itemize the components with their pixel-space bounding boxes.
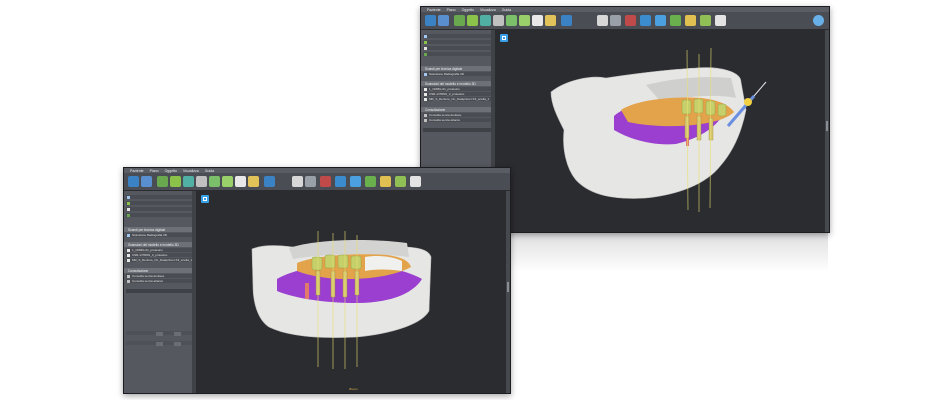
menu-item-paziente[interactable]: Paziente <box>427 8 441 12</box>
view-icon[interactable] <box>209 176 220 187</box>
panel-row[interactable]: Consulta senza attacco <box>423 118 493 122</box>
mandible-3d-model[interactable] <box>197 191 507 393</box>
screenshot-icon[interactable] <box>235 176 246 187</box>
grid-icon[interactable] <box>305 176 316 187</box>
select-icon[interactable] <box>655 15 666 26</box>
implant-icon[interactable] <box>467 15 478 26</box>
panel-row[interactable]: Scansione Radiografia 3D <box>423 72 493 76</box>
open-icon[interactable] <box>141 176 152 187</box>
panel-row[interactable]: CSR-17/0801_3_protesico <box>126 253 194 257</box>
menu-item-visualizza[interactable]: Visualizza <box>183 169 199 173</box>
open-icon[interactable] <box>438 15 449 26</box>
menu-item-oggetto[interactable]: Oggetto <box>165 169 177 173</box>
view-mode-icon[interactable] <box>264 176 275 187</box>
panel-row[interactable]: 1_CRMG-01_protesico <box>126 248 194 252</box>
tooth-icon[interactable] <box>454 15 465 26</box>
ruler-icon[interactable] <box>196 176 207 187</box>
menu-item-piano[interactable]: Piano <box>447 8 456 12</box>
panel-footer-bar <box>423 128 493 132</box>
view-mode-icon[interactable] <box>561 15 572 26</box>
guide-icon[interactable] <box>480 15 491 26</box>
help-icon[interactable] <box>813 15 824 26</box>
toolbar <box>421 12 829 30</box>
settings-icon[interactable] <box>248 176 259 187</box>
cut-icon[interactable] <box>320 176 331 187</box>
tool-row[interactable] <box>423 52 493 56</box>
property-row[interactable] <box>126 341 194 346</box>
grid-icon[interactable] <box>610 15 621 26</box>
view-icon[interactable] <box>506 15 517 26</box>
new-icon[interactable] <box>425 15 436 26</box>
arrow-icon[interactable] <box>670 15 681 26</box>
3d-viewport[interactable] <box>496 30 829 232</box>
arrow-icon[interactable] <box>365 176 376 187</box>
tool-row[interactable] <box>126 201 194 205</box>
implant-icon[interactable] <box>170 176 181 187</box>
panel-header-scans[interactable]: Scandi per tecnica digitale <box>421 66 495 71</box>
implant-tool-icon[interactable] <box>380 176 391 187</box>
export-icon[interactable] <box>700 15 711 26</box>
implant-tool-icon[interactable] <box>685 15 696 26</box>
tool-row[interactable] <box>423 46 493 50</box>
select-icon[interactable] <box>350 176 361 187</box>
measure-icon[interactable] <box>640 15 651 26</box>
panel-row[interactable]: MR_S_Denture_On_Dataprimer K3_scelta_1 <box>423 97 493 101</box>
menu-item-oggetto[interactable]: Oggetto <box>462 8 474 12</box>
panel-scrollbar[interactable] <box>192 191 196 393</box>
panel-row[interactable]: CSR-17/0801_3_protesico <box>423 92 493 96</box>
menu-item-visualizza[interactable]: Visualizza <box>480 8 496 12</box>
menu-item-guida[interactable]: Guida <box>502 8 511 12</box>
panel-header-consultation[interactable]: Consultazione <box>421 107 495 112</box>
panel-row[interactable]: Consulta senza dentiere <box>126 274 194 278</box>
object-tree-panel: Scandi per tecnica digitale Scansione Ra… <box>124 191 197 393</box>
screenshot-icon[interactable] <box>532 15 543 26</box>
print-icon[interactable] <box>715 15 726 26</box>
toolbar <box>124 173 510 191</box>
panel-row[interactable]: Consulta senza dentiere <box>423 113 493 117</box>
patient-row[interactable] <box>423 34 493 38</box>
panel-header-scans[interactable]: Scandi per tecnica digitale <box>124 227 196 232</box>
panel-row[interactable]: Scansione Radiografia 3D <box>126 233 194 237</box>
ruler-icon[interactable] <box>493 15 504 26</box>
panel-header-models[interactable]: Scansioni del modello e modello 3D <box>421 81 495 86</box>
cut-icon[interactable] <box>625 15 636 26</box>
property-row[interactable] <box>126 331 194 336</box>
export-icon[interactable] <box>395 176 406 187</box>
guide-icon[interactable] <box>183 176 194 187</box>
tool-row[interactable] <box>423 40 493 44</box>
layers-icon[interactable] <box>222 176 233 187</box>
panel-row[interactable]: MR_S_Denture_On_Dataprimer K3_scelta_1 <box>126 258 194 262</box>
panel-header-models[interactable]: Scansioni del modello e modello 3D <box>124 242 196 247</box>
menu-item-paziente[interactable]: Paziente <box>130 169 144 173</box>
mandible-3d-model[interactable] <box>496 30 826 232</box>
patient-row[interactable] <box>126 195 194 199</box>
layers-icon[interactable] <box>519 15 530 26</box>
panel-row[interactable]: 1_CRMG-01_protesico <box>423 87 493 91</box>
tooth-icon[interactable] <box>157 176 168 187</box>
settings-icon[interactable] <box>545 15 556 26</box>
measure-icon[interactable] <box>335 176 346 187</box>
rotate-icon[interactable] <box>597 15 608 26</box>
tool-row[interactable] <box>126 207 194 211</box>
new-icon[interactable] <box>128 176 139 187</box>
print-icon[interactable] <box>410 176 421 187</box>
menu-item-guida[interactable]: Guida <box>205 169 214 173</box>
panel-header-consultation[interactable]: Consultazione <box>124 268 196 273</box>
planning-window-front: Paziente Piano Oggetto Visualizza Guida … <box>123 167 511 394</box>
menu-item-piano[interactable]: Piano <box>150 169 159 173</box>
tool-row[interactable] <box>126 213 194 217</box>
rotate-icon[interactable] <box>292 176 303 187</box>
panel-footer-bar <box>126 289 194 293</box>
3d-viewport[interactable]: Bloom <box>197 191 510 393</box>
panel-row[interactable]: Consulta senza attacco <box>126 279 194 283</box>
